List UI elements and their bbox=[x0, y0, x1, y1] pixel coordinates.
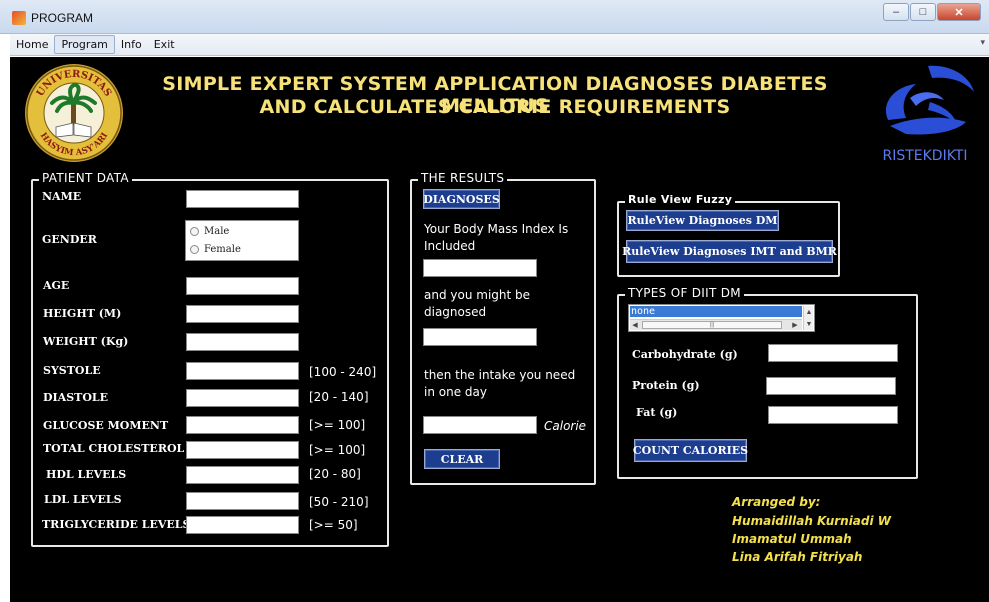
menu-home[interactable]: Home bbox=[10, 36, 54, 53]
name-field[interactable] bbox=[186, 190, 299, 208]
intake-text-2: in one day bbox=[424, 385, 487, 399]
ldl-range: [50 - 210] bbox=[309, 495, 369, 509]
credits-author-2: Imamatul Ummah bbox=[732, 532, 852, 546]
window-title: PROGRAM bbox=[31, 11, 94, 25]
menu-info[interactable]: Info bbox=[115, 36, 148, 53]
minimize-button[interactable]: – bbox=[883, 3, 909, 21]
close-button[interactable]: ✕ bbox=[937, 3, 981, 21]
protein-label: Protein (g) bbox=[632, 379, 700, 392]
hdl-label: HDL LEVELS bbox=[46, 468, 127, 481]
ruleview-imt-bmr-button[interactable]: RuleView Diagnoses IMT and BMR bbox=[622, 240, 837, 263]
hdl-field[interactable] bbox=[186, 466, 299, 484]
scroll-down-icon[interactable]: ▼ bbox=[804, 318, 814, 330]
height-label: HEIGHT (M) bbox=[43, 307, 122, 320]
menu-exit[interactable]: Exit bbox=[148, 36, 181, 53]
count-calories-button[interactable]: COUNT CALORIES bbox=[633, 439, 748, 462]
bmi-text-2: Included bbox=[424, 239, 476, 253]
scrollbar-thumb[interactable]: ||| bbox=[642, 321, 782, 329]
ldl-label: LDL LEVELS bbox=[44, 493, 122, 506]
credits-heading: Arranged by: bbox=[732, 495, 821, 509]
menu-bar: Home Program Info Exit ▾ bbox=[10, 34, 989, 56]
diastole-range: [20 - 140] bbox=[309, 390, 369, 404]
gender-male-option[interactable]: Male bbox=[190, 226, 229, 237]
calorie-unit-label: Calorie bbox=[544, 419, 587, 433]
diagnosis-result-field[interactable] bbox=[423, 328, 537, 346]
systole-field[interactable] bbox=[186, 362, 299, 380]
diet-type-selected[interactable]: none bbox=[630, 306, 802, 317]
credits-author-3: Lina Arifah Fitriyah bbox=[732, 550, 863, 564]
scroll-left-icon[interactable]: ◀ bbox=[630, 320, 640, 330]
carbohydrate-field[interactable] bbox=[768, 344, 898, 362]
carbohydrate-label: Carbohydrate (g) bbox=[632, 348, 738, 361]
triglyceride-label: TRIGLYCERIDE LEVELS bbox=[42, 518, 191, 531]
radio-icon[interactable] bbox=[190, 227, 199, 236]
scroll-up-icon[interactable]: ▲ bbox=[804, 306, 814, 318]
diastole-field[interactable] bbox=[186, 389, 299, 407]
name-label: NAME bbox=[42, 190, 82, 203]
vertical-scrollbar[interactable]: ▲ ▼ bbox=[803, 306, 813, 330]
triglyceride-field[interactable] bbox=[186, 516, 299, 534]
university-logo: UNIVERSITAS HASYIM ASY'ARI bbox=[25, 64, 123, 162]
ruleview-dm-button[interactable]: RuleView Diagnoses DM bbox=[626, 210, 779, 231]
patient-data-title: PATIENT DATA bbox=[39, 171, 132, 185]
app-icon bbox=[12, 11, 26, 25]
maximize-button[interactable]: □ bbox=[910, 3, 936, 21]
height-field[interactable] bbox=[186, 305, 299, 323]
results-title: THE RESULTS bbox=[418, 171, 508, 185]
fat-label: Fat (g) bbox=[636, 406, 678, 419]
bmi-result-field[interactable] bbox=[423, 259, 537, 277]
systole-range: [100 - 240] bbox=[309, 365, 377, 379]
glucose-field[interactable] bbox=[186, 416, 299, 434]
triglyceride-range: [>= 50] bbox=[309, 518, 358, 532]
clear-button[interactable]: CLEAR bbox=[424, 449, 500, 469]
glucose-label: GLUCOSE MOMENT bbox=[43, 419, 169, 432]
scroll-right-icon[interactable]: ▶ bbox=[790, 320, 800, 330]
gender-label: GENDER bbox=[42, 233, 97, 246]
calorie-result-field[interactable] bbox=[423, 416, 537, 434]
age-label: AGE bbox=[43, 279, 70, 292]
cholesterol-field[interactable] bbox=[186, 441, 299, 459]
diag-text-2: diagnosed bbox=[424, 305, 487, 319]
menu-program[interactable]: Program bbox=[54, 35, 115, 54]
protein-field[interactable] bbox=[766, 377, 896, 395]
header-title-line2: AND CALCULATES CALORIE REQUIREMENTS bbox=[259, 96, 731, 118]
radio-icon[interactable] bbox=[190, 245, 199, 254]
weight-label: WEIGHT (Kg) bbox=[43, 335, 129, 348]
fat-field[interactable] bbox=[768, 406, 898, 424]
cholesterol-label: TOTAL CHOLESTEROL bbox=[43, 442, 185, 455]
bmi-text-1: Your Body Mass Index Is bbox=[424, 222, 569, 236]
window-titlebar[interactable]: PROGRAM – □ ✕ bbox=[0, 0, 989, 34]
horizontal-scrollbar[interactable]: ◀ ||| ▶ bbox=[630, 319, 802, 330]
gender-radio-group: Male Female bbox=[185, 220, 299, 261]
glucose-range: [>= 100] bbox=[309, 418, 366, 432]
diastole-label: DIASTOLE bbox=[43, 391, 109, 404]
diagnoses-button[interactable]: DIAGNOSES bbox=[423, 189, 500, 209]
hdl-range: [20 - 80] bbox=[309, 467, 361, 481]
ristekdikti-logo: RISTEKDIKTI bbox=[882, 65, 974, 164]
rule-view-title: Rule View Fuzzy bbox=[625, 193, 736, 206]
diet-type-listbox[interactable]: none ◀ ||| ▶ ▲ ▼ bbox=[628, 304, 815, 332]
diag-text-1: and you might be bbox=[424, 288, 531, 302]
weight-field[interactable] bbox=[186, 333, 299, 351]
cholesterol-range: [>= 100] bbox=[309, 443, 366, 457]
gender-female-label: Female bbox=[204, 244, 241, 255]
systole-label: SYSTOLE bbox=[43, 364, 101, 377]
intake-text-1: then the intake you need bbox=[424, 368, 576, 382]
logo-right-text: RISTEKDIKTI bbox=[882, 148, 967, 164]
window-controls: – □ ✕ bbox=[883, 3, 981, 21]
ldl-field[interactable] bbox=[186, 492, 299, 510]
diet-types-title: TYPES OF DIIT DM bbox=[625, 286, 744, 300]
credits-author-1: Humaidillah Kurniadi W bbox=[732, 514, 892, 528]
age-field[interactable] bbox=[186, 277, 299, 295]
chevron-down-icon[interactable]: ▾ bbox=[980, 38, 985, 48]
gender-female-option[interactable]: Female bbox=[190, 244, 241, 255]
gender-male-label: Male bbox=[204, 226, 230, 237]
